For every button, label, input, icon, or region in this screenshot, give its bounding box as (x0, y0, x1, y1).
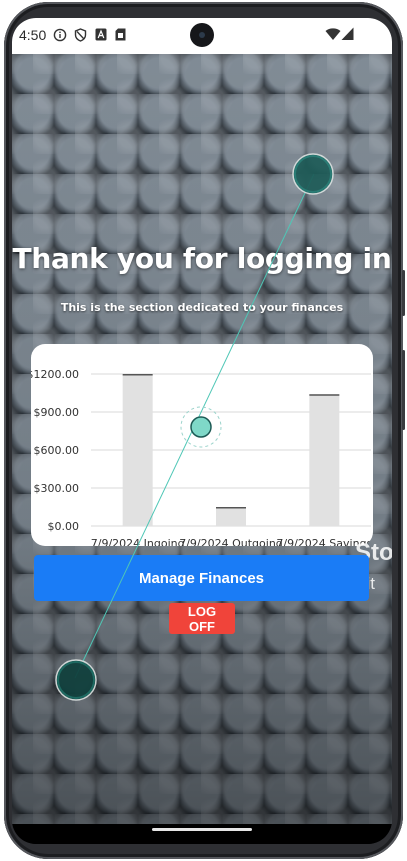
x-tick-label: 7/9/2024 Ingoing (91, 537, 185, 546)
info-icon (53, 28, 67, 46)
bar (216, 507, 246, 526)
signal-icon (341, 27, 354, 45)
a-icon (95, 28, 107, 45)
y-tick-label: $300.00 (34, 482, 80, 495)
volume-button (402, 350, 405, 430)
wifi-icon (325, 27, 341, 45)
sim-icon (115, 28, 126, 45)
y-tick-label: $900.00 (34, 406, 80, 419)
bar (309, 394, 340, 526)
home-gesture-handle[interactable] (152, 828, 252, 831)
manage-finances-button[interactable]: Manage Finances (34, 555, 369, 601)
front-camera (190, 23, 214, 47)
finance-chart: $0.00 $300.00 $600.00 $900.00 $1200.00 7/9/20… (31, 344, 373, 546)
status-time: 4:50 (19, 27, 47, 43)
screen: 4:50 Thank you for logging in This is th… (12, 18, 392, 844)
power-button (402, 270, 405, 316)
y-tick-label: $0.00 (48, 520, 80, 533)
y-tick-label: $600.00 (34, 444, 80, 457)
y-tick-label: $1200.00 (31, 368, 79, 381)
page-subtitle: This is the section dedicated to your fi… (60, 301, 344, 314)
x-tick-label: 7/9/2024 Outgoing (179, 537, 283, 546)
page-title: Thank you for logging in (12, 242, 392, 275)
finance-chart-svg: $0.00 $300.00 $600.00 $900.00 $1200.00 7/9/20… (31, 368, 373, 546)
status-bar: 4:50 (12, 18, 392, 54)
log-off-button[interactable]: LOG OFF (169, 603, 235, 634)
shield-icon (74, 28, 87, 46)
navigation-bar (12, 824, 392, 844)
bar (122, 374, 153, 526)
